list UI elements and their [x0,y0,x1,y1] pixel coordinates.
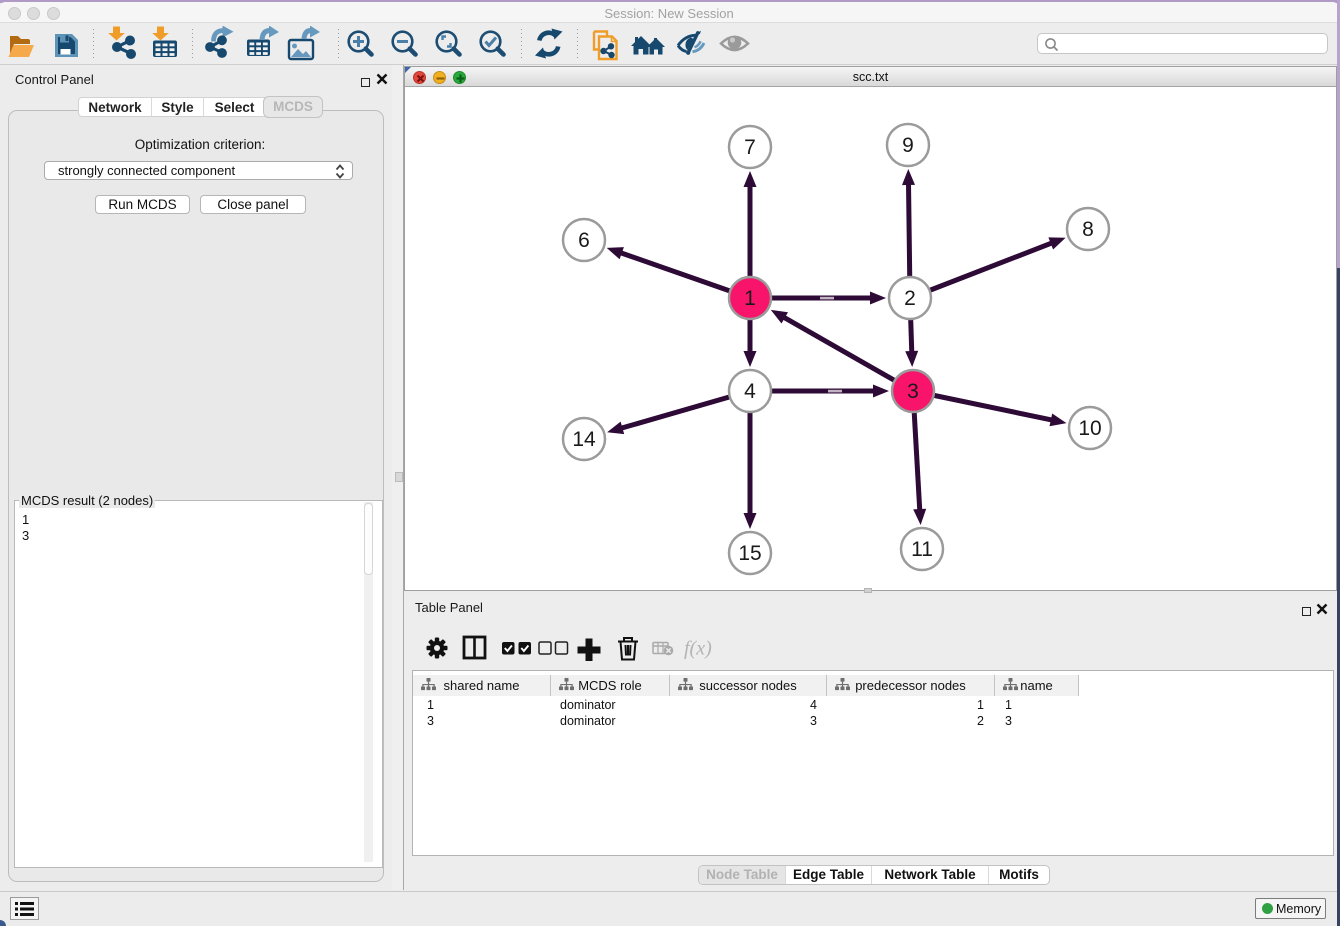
svg-text:11: 11 [911,538,933,561]
svg-text:3: 3 [907,380,919,403]
svg-text:2: 2 [904,287,916,310]
svg-text:15: 15 [738,542,761,565]
svg-text:1: 1 [744,287,756,310]
svg-text:8: 8 [1082,218,1094,241]
svg-text:f(x): f(x) [684,638,712,660]
svg-text:6: 6 [578,229,590,252]
svg-text:9: 9 [902,134,914,157]
svg-text:14: 14 [572,428,596,451]
svg-text:7: 7 [744,136,756,159]
svg-text:4: 4 [744,380,756,403]
svg-text:10: 10 [1078,417,1101,440]
